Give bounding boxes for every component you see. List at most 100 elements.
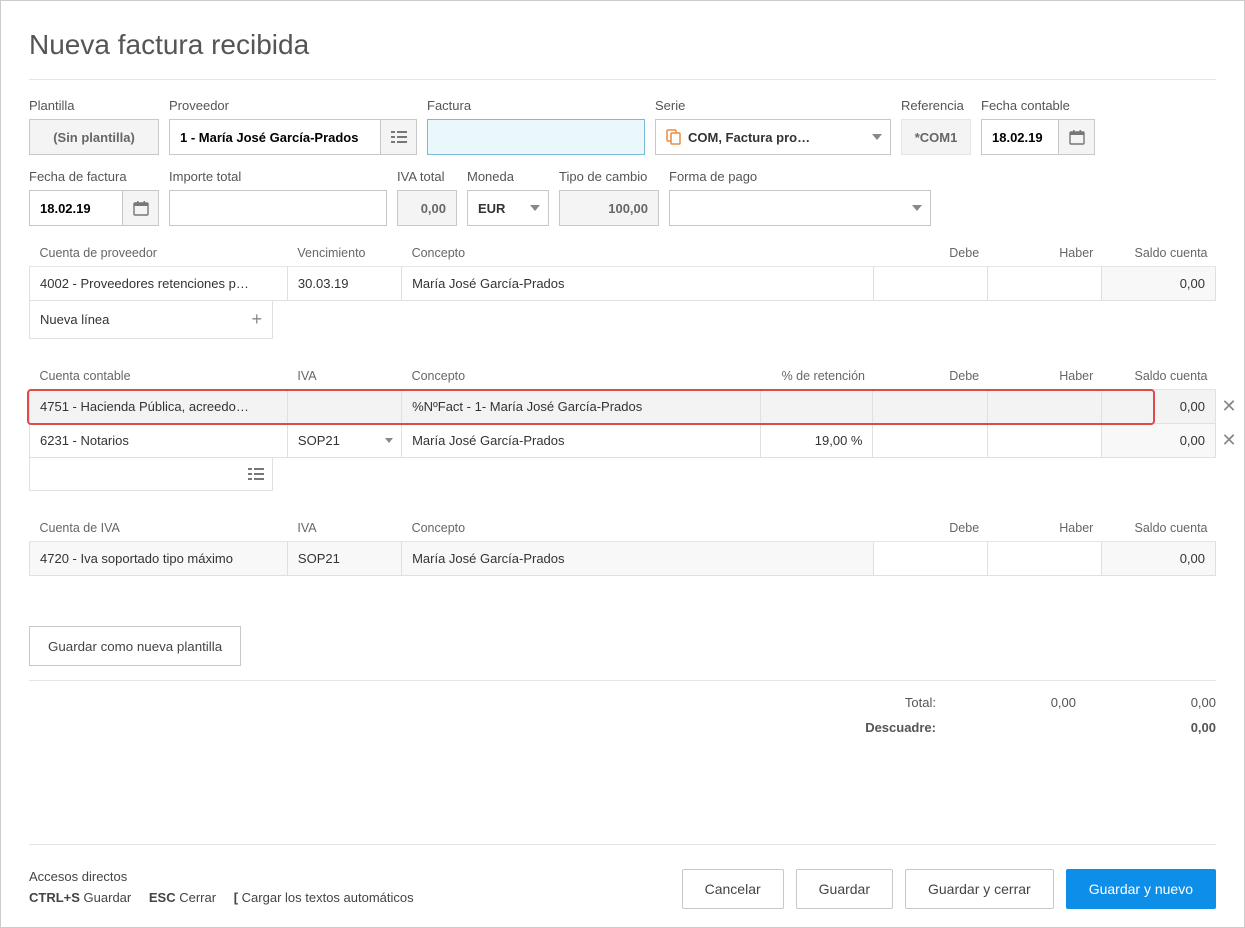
cell-haber[interactable]	[987, 424, 1101, 458]
fecha-contable-input[interactable]	[982, 120, 1058, 154]
cell-saldo: 0,00	[1101, 424, 1215, 458]
cell-iva[interactable]	[287, 390, 401, 424]
tipo-cambio-value: 100,00	[559, 190, 659, 226]
cell-debe[interactable]	[873, 390, 987, 424]
table-row[interactable]: 4002 - Proveedores retenciones p… 30.03.…	[30, 267, 1216, 301]
cell-haber[interactable]	[987, 267, 1101, 301]
cell-debe[interactable]	[873, 424, 987, 458]
plantilla-select[interactable]: (Sin plantilla)	[29, 119, 159, 155]
save-button[interactable]: Guardar	[796, 869, 893, 909]
save-new-button[interactable]: Guardar y nuevo	[1066, 869, 1216, 909]
col-haber: Haber	[987, 240, 1101, 267]
cell-debe[interactable]	[873, 267, 987, 301]
proveedor-input[interactable]	[170, 120, 380, 154]
col-iva: IVA	[287, 515, 401, 542]
chevron-down-icon	[872, 134, 882, 140]
proveedor-lookup-button[interactable]	[381, 119, 417, 155]
descuadre-value: 0,00	[1136, 720, 1216, 735]
proveedor-label: Proveedor	[169, 98, 417, 113]
cell-concepto: María José García-Prados	[402, 542, 873, 576]
forma-pago-label: Forma de pago	[669, 169, 931, 184]
new-line-button[interactable]: Nueva línea +	[29, 301, 273, 339]
col-debe: Debe	[873, 515, 987, 542]
chevron-down-icon	[912, 205, 922, 211]
iva-total-label: IVA total	[397, 169, 457, 184]
moneda-select[interactable]: EUR	[467, 190, 549, 226]
factura-label: Factura	[427, 98, 645, 113]
cell-saldo: 0,00	[1101, 542, 1215, 576]
cell-saldo: 0,00	[1101, 267, 1215, 301]
iva-grid: Cuenta de IVA IVA Concepto Debe Haber Sa…	[29, 515, 1216, 576]
fecha-factura-picker-button[interactable]	[123, 190, 159, 226]
plantilla-label: Plantilla	[29, 98, 159, 113]
cell-debe[interactable]	[873, 542, 987, 576]
col-cuenta-contable: Cuenta contable	[30, 363, 288, 390]
col-concepto: Concepto	[402, 363, 761, 390]
col-cuenta-iva: Cuenta de IVA	[30, 515, 288, 542]
cell-iva: SOP21	[287, 542, 401, 576]
table-row[interactable]: 4751 - Hacienda Pública, acreedo… %NºFac…	[30, 390, 1216, 424]
cell-cuenta[interactable]: 4002 - Proveedores retenciones p…	[30, 267, 288, 301]
calendar-icon	[1069, 129, 1085, 145]
fecha-factura-label: Fecha de factura	[29, 169, 159, 184]
plus-icon: +	[251, 309, 262, 330]
forma-pago-select[interactable]	[669, 190, 931, 226]
col-saldo: Saldo cuenta	[1101, 363, 1215, 390]
cell-concepto[interactable]: María José García-Prados	[402, 267, 873, 301]
total-debe: 0,00	[996, 695, 1076, 710]
referencia-value: *COM1	[901, 119, 971, 155]
save-close-button[interactable]: Guardar y cerrar	[905, 869, 1054, 909]
cell-cuenta[interactable]: 4751 - Hacienda Pública, acreedo…	[30, 390, 288, 424]
cell-haber[interactable]	[987, 542, 1101, 576]
cell-cuenta: 4720 - Iva soportado tipo máximo	[30, 542, 288, 576]
cell-concepto[interactable]: %NºFact - 1- María José García-Prados	[402, 390, 761, 424]
cell-iva[interactable]: SOP21	[287, 424, 401, 458]
importe-total-input[interactable]	[170, 191, 386, 225]
col-vencimiento: Vencimiento	[287, 240, 401, 267]
table-row[interactable]: 6231 - Notarios SOP21 María José García-…	[30, 424, 1216, 458]
descuadre-label: Descuadre:	[806, 720, 936, 735]
shortcuts-title: Accesos directos	[29, 867, 428, 888]
shortcuts-panel: Accesos directos CTRL+S Guardar ESC Cerr…	[29, 867, 428, 909]
col-haber: Haber	[987, 515, 1101, 542]
proveedor-grid: Cuenta de proveedor Vencimiento Concepto…	[29, 240, 1216, 301]
cell-cuenta[interactable]: 6231 - Notarios	[30, 424, 288, 458]
importe-total-label: Importe total	[169, 169, 387, 184]
cell-retencion[interactable]: 19,00 %	[761, 424, 873, 458]
moneda-label: Moneda	[467, 169, 549, 184]
cancel-button[interactable]: Cancelar	[682, 869, 784, 909]
serie-icon	[666, 129, 682, 145]
cell-haber[interactable]	[987, 390, 1101, 424]
chevron-down-icon	[530, 205, 540, 211]
iva-total-value: 0,00	[397, 190, 457, 226]
col-haber: Haber	[987, 363, 1101, 390]
calendar-icon	[133, 200, 149, 216]
table-row[interactable]: 4720 - Iva soportado tipo máximo SOP21 M…	[30, 542, 1216, 576]
plantilla-value: (Sin plantilla)	[53, 130, 135, 145]
fecha-contable-picker-button[interactable]	[1059, 119, 1095, 155]
col-concepto: Concepto	[402, 240, 873, 267]
col-debe: Debe	[873, 240, 987, 267]
save-template-button[interactable]: Guardar como nueva plantilla	[29, 626, 241, 666]
cell-concepto[interactable]: María José García-Prados	[402, 424, 761, 458]
serie-value: COM, Factura pro…	[688, 130, 810, 145]
col-saldo: Saldo cuenta	[1101, 240, 1215, 267]
cell-vencimiento[interactable]: 30.03.19	[287, 267, 401, 301]
fecha-factura-input[interactable]	[30, 191, 122, 225]
contable-cuenta-lookup[interactable]	[29, 457, 273, 491]
serie-select[interactable]: COM, Factura pro…	[655, 119, 891, 155]
total-haber: 0,00	[1136, 695, 1216, 710]
col-concepto: Concepto	[402, 515, 873, 542]
moneda-value: EUR	[478, 201, 505, 216]
chevron-down-icon	[385, 438, 393, 443]
delete-row-button[interactable]: ✕	[1220, 397, 1238, 415]
factura-input[interactable]	[428, 120, 644, 154]
cell-retencion[interactable]	[761, 390, 873, 424]
contable-grid: Cuenta contable IVA Concepto % de retenc…	[29, 363, 1216, 458]
col-cuenta-proveedor: Cuenta de proveedor	[30, 240, 288, 267]
delete-row-button[interactable]: ✕	[1220, 431, 1238, 449]
col-debe: Debe	[873, 363, 987, 390]
col-iva: IVA	[287, 363, 401, 390]
col-saldo: Saldo cuenta	[1101, 515, 1215, 542]
col-retencion: % de retención	[761, 363, 873, 390]
